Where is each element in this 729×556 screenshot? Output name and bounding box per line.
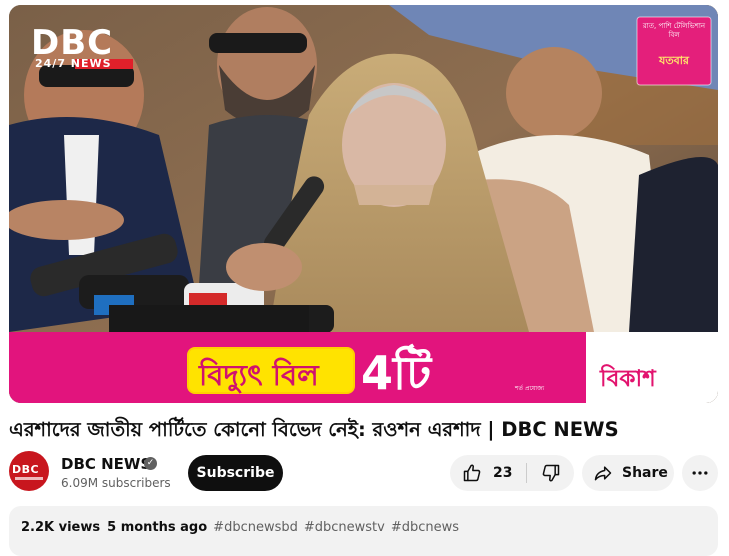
upload-date: 5 months ago xyxy=(107,520,208,535)
video-player[interactable]: DBC 24/7 NEWS রাত, পাশি টেলিভিশান বিল যত… xyxy=(9,5,718,403)
ad-bill-text: বিদ্যুৎ বিল xyxy=(199,358,319,392)
share-arrow-icon xyxy=(594,466,612,481)
promo-badge-text: রাত, পাশি টেলিভিশান বিল xyxy=(642,22,706,39)
ad-terms-note: শর্ত প্রযোজ্য xyxy=(515,385,545,392)
hashtag-link[interactable]: #dbcnewsbd xyxy=(213,520,298,535)
video-title: এরশাদের জাতীয় পার্টিতে কোনো বিভেদ নেই: … xyxy=(9,418,619,441)
promo-badge-day: যতবার xyxy=(659,54,689,67)
channel-avatar[interactable]: DBC xyxy=(9,451,49,491)
channel-avatar-text: DBC xyxy=(12,463,40,476)
hashtag-link[interactable]: #dbcnews xyxy=(391,520,459,535)
thumbs-up-icon xyxy=(463,464,481,482)
subscribe-button[interactable]: Subscribe xyxy=(188,455,283,491)
description-box[interactable]: 2.2K views 5 months ago #dbcnewsbd #dbcnews… xyxy=(9,506,718,556)
channel-name-link[interactable]: DBC NEWS xyxy=(61,455,151,473)
more-actions-button[interactable] xyxy=(682,455,718,491)
share-button[interactable]: Share xyxy=(582,455,674,491)
dislike-button[interactable] xyxy=(527,455,574,491)
description-meta: 2.2K views 5 months ago #dbcnewsbd #dbcnews… xyxy=(21,520,459,535)
verified-check-icon: ✓ xyxy=(144,457,157,470)
more-horizontal-icon xyxy=(692,471,708,475)
like-dislike-group: 23 xyxy=(450,455,574,491)
view-count: 2.2K views xyxy=(21,520,101,535)
ad-bill-count: 4টি xyxy=(361,346,432,400)
channel-watermark-subtitle: 24/7 NEWS xyxy=(35,57,112,70)
subscriber-count: 6.09M subscribers xyxy=(61,476,171,490)
share-label: Share xyxy=(622,465,668,481)
channel-avatar-accent xyxy=(15,477,43,480)
thumbs-down-icon xyxy=(542,464,559,482)
like-button[interactable]: 23 xyxy=(450,455,526,491)
hashtag-link[interactable]: #dbcnewstv xyxy=(304,520,385,535)
ad-brand-name: বিকাশ xyxy=(600,366,656,392)
like-count: 23 xyxy=(493,465,513,481)
